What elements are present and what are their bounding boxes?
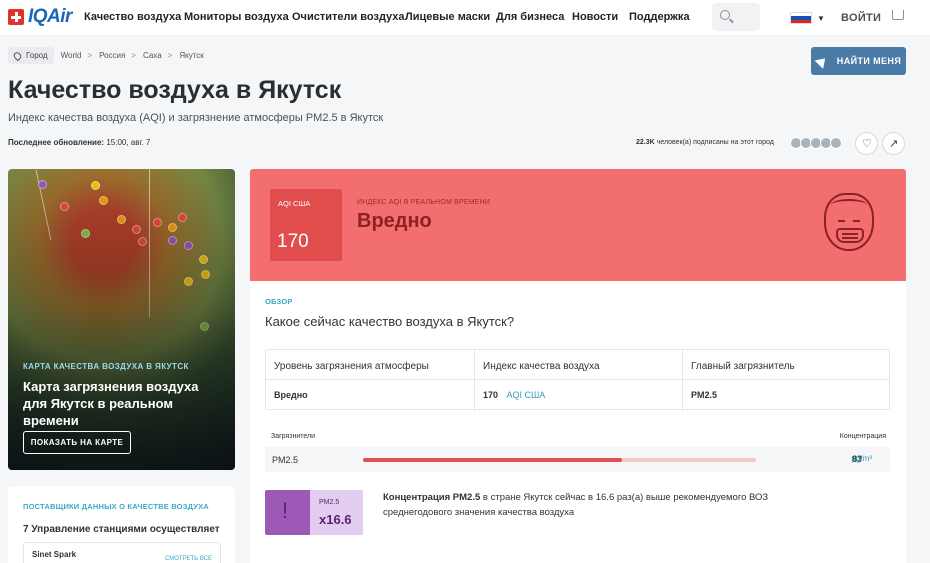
subscribers-text: 22.3K человек(а) подписаны на этот город: [636, 139, 774, 146]
multiplier-panel: PM2.5 x16.6: [310, 490, 363, 535]
main-pollutant-value: PM2.5: [691, 390, 718, 400]
iqair-logo[interactable]: IQAir: [8, 6, 72, 27]
providers-subtitle: 7 Управление станциями осуществляет: [23, 524, 220, 535]
show-on-map-button[interactable]: ПОКАЗАТЬ НА КАРТЕ: [23, 431, 131, 454]
hair-outline: [831, 199, 867, 211]
breadcrumb-sakha[interactable]: Саха: [143, 51, 162, 60]
column-header: Индекс качества воздуха: [483, 361, 600, 372]
breadcrumb-yakutsk[interactable]: Якутск: [179, 51, 203, 60]
map-section-label: КАРТА КАЧЕСТВА ВОЗДУХА В ЯКУТСК: [23, 362, 189, 371]
map-title: Карта загрязнения воздуха для Якутск в р…: [23, 379, 199, 428]
find-me-button[interactable]: НАЙТИ МЕНЯ: [811, 47, 906, 75]
aqi-label: AQI США: [278, 199, 311, 208]
swiss-flag-icon: [8, 9, 24, 25]
aqi-index-value: 170 AQI США: [483, 390, 545, 400]
follow-button[interactable]: ♡: [855, 132, 878, 155]
brand-name: IQAir: [28, 6, 72, 27]
avatar: [830, 137, 842, 149]
breadcrumb-city-label: Город: [26, 51, 48, 60]
providers-heading: ПОСТАВЩИКИ ДАННЫХ О КАЧЕСТВЕ ВОЗДУХА: [23, 502, 209, 511]
breadcrumb-separator: >: [87, 51, 93, 60]
aqi-value-box: AQI США 170: [270, 189, 342, 261]
pollutant-row: PM2.5 83 µg/m³: [265, 447, 890, 472]
aqi-index-unit: AQI США: [506, 390, 546, 400]
breadcrumb-russia[interactable]: Россия: [99, 51, 125, 60]
heart-icon: ♡: [862, 138, 872, 150]
breadcrumb-city-filter[interactable]: Город: [8, 47, 54, 64]
last-updated: Последнее обновление: 15:00, авг. 7: [8, 138, 150, 147]
subscriber-avatars: [790, 137, 842, 149]
nav-air-quality[interactable]: Качество воздуха: [84, 11, 181, 23]
top-navigation: IQAir Качество воздуха Мониторы воздуха …: [0, 0, 930, 36]
location-pin-icon: [12, 50, 23, 61]
column-header: Уровень загрязнения атмосферы: [274, 361, 429, 372]
data-providers-card: ПОСТАВЩИКИ ДАННЫХ О КАЧЕСТВЕ ВОЗДУХА 7 У…: [8, 486, 235, 563]
breadcrumb-separator: >: [167, 51, 173, 60]
chevron-down-icon[interactable]: ▼: [817, 14, 825, 23]
left-eye: [838, 220, 845, 222]
search-icon: [720, 10, 730, 20]
overview-label: ОБЗОР: [265, 297, 293, 306]
aqi-banner: AQI США 170 ИНДЕКС AQI В РЕАЛЬНОМ ВРЕМЕН…: [250, 169, 906, 281]
pollutants-header: Загрязнители: [271, 433, 316, 440]
breadcrumb-world[interactable]: World: [61, 51, 82, 60]
column-main-pollutant: Главный загрязнитель PM2.5: [682, 350, 889, 411]
who-comparison-text: Концентрация PM2.5 в стране Якутск сейча…: [383, 490, 803, 520]
page-title: Качество воздуха в Якутск: [8, 76, 342, 104]
nav-business[interactable]: Для бизнеса: [496, 11, 564, 23]
aqi-value: 170: [277, 231, 309, 252]
nav-face-masks[interactable]: Лицевые маски: [405, 11, 490, 23]
column-header: Главный загрязнитель: [691, 361, 795, 372]
pollutant-bar-fill: [363, 458, 623, 462]
multiplier-value: x16.6: [319, 512, 352, 527]
pollution-level-value: Вредно: [274, 390, 308, 400]
search-button[interactable]: [712, 3, 760, 31]
overview-title: Какое сейчас качество воздуха в Якутск?: [265, 314, 515, 329]
updated-value: 15:00, авг. 7: [106, 138, 151, 147]
exclamation-icon: !: [282, 498, 289, 523]
overview-panel: ОБЗОР Какое сейчас качество воздуха в Як…: [250, 281, 906, 563]
aqi-status: Вредно: [357, 210, 432, 232]
russia-flag-icon[interactable]: [790, 12, 812, 24]
nav-support[interactable]: Поддержка: [629, 11, 690, 23]
aqi-index-number: 170: [483, 390, 499, 400]
aqi-realtime-label: ИНДЕКС AQI В РЕАЛЬНОМ ВРЕМЕНИ: [357, 199, 491, 206]
login-button[interactable]: ВОЙТИ: [841, 12, 881, 24]
who-text-bold: Концентрация PM2.5: [383, 492, 481, 503]
provider-list-item[interactable]: Sinet Spark СМОТРЕТЬ ВСЕ: [23, 542, 221, 563]
location-arrow-icon: [814, 53, 830, 69]
pollutant-name: PM2.5: [272, 455, 299, 465]
face-mask-icon: [824, 193, 874, 251]
concentration-header: Концентрация: [839, 433, 886, 440]
warning-panel: !: [265, 490, 310, 535]
share-icon: ↗: [889, 138, 899, 150]
see-all-link[interactable]: СМОТРЕТЬ ВСЕ: [165, 556, 212, 562]
breadcrumb-separator: >: [131, 51, 136, 60]
column-aqi: Индекс качества воздуха 170 AQI США: [474, 350, 682, 411]
air-quality-map-card[interactable]: КАРТА КАЧЕСТВА ВОЗДУХА В ЯКУТСК Карта за…: [8, 169, 235, 470]
mask-outline: [836, 228, 864, 243]
cart-icon[interactable]: [892, 10, 904, 20]
pollutant-bar-track: [363, 458, 756, 462]
concentration-unit: µg/m³: [851, 454, 872, 463]
nav-air-purifiers[interactable]: Очистители воздуха: [292, 11, 405, 23]
overview-table: Уровень загрязнения атмосферы Вредно Инд…: [265, 349, 890, 411]
nav-news[interactable]: Новости: [572, 11, 618, 23]
nav-air-monitors[interactable]: Мониторы воздуха: [184, 11, 289, 23]
who-multiplier-badge: ! PM2.5 x16.6: [265, 490, 363, 535]
page-subtitle: Индекс качества воздуха (AQI) и загрязне…: [8, 112, 384, 124]
find-me-label: НАЙТИ МЕНЯ: [836, 56, 902, 66]
column-pollution-level: Уровень загрязнения атмосферы Вредно: [266, 350, 474, 411]
share-button[interactable]: ↗: [882, 132, 905, 155]
updated-label: Последнее обновление:: [8, 138, 105, 147]
subscribers-label: человек(а) подписаны на этот город: [656, 139, 774, 146]
provider-name: Sinet Spark: [32, 550, 77, 559]
multiplier-pollutant: PM2.5: [319, 499, 340, 506]
right-eye: [853, 220, 860, 222]
subscribers-count: 22.3K: [636, 139, 655, 146]
breadcrumb: Город World > Россия > Саха > Якутск: [8, 47, 204, 64]
